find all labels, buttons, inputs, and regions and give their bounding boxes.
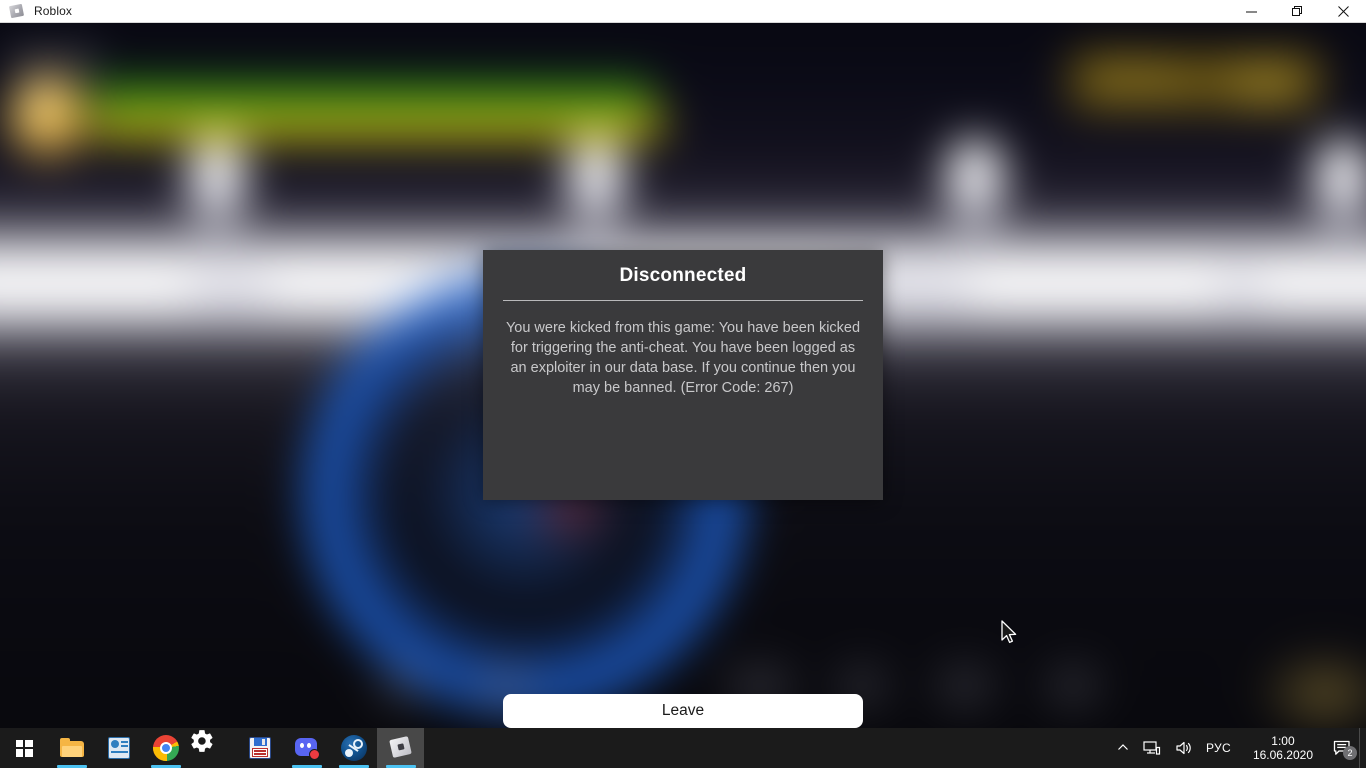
taskbar-item-google-chrome[interactable] [142,728,189,768]
window-title: Roblox [34,4,72,18]
taskbar-item-settings[interactable] [189,728,236,768]
windows-taskbar: РУС 1:00 16.06.2020 2 [0,728,1366,768]
ground-slab [970,263,1220,307]
language-indicator[interactable]: РУС [1200,741,1241,755]
show-desktop-button[interactable] [1359,728,1366,768]
window-titlebar[interactable]: Roblox [0,0,1366,23]
roblox-icon [388,735,414,761]
ground-slab [1260,263,1366,307]
restore-icon[interactable] [1274,0,1320,23]
clock-time: 1:00 [1271,734,1295,748]
taskbar-item-discord[interactable] [283,728,330,768]
leave-button[interactable]: Leave [503,694,863,728]
lamp-light [942,138,1008,224]
hotbar-cell [940,668,990,704]
floppy-disk-icon [247,735,273,761]
disconnected-dialog: Disconnected You were kicked from this g… [483,250,883,728]
speaker-icon[interactable] [1168,728,1200,768]
ground-slab [0,263,190,307]
taskbar-item-blue-app[interactable] [95,728,142,768]
hud-chip [18,51,44,73]
hud-chip [64,51,90,73]
taskbar-item-roblox[interactable] [377,728,424,768]
windows-start-icon[interactable] [0,728,48,768]
dialog-message: You were kicked from this game: You have… [505,320,861,396]
network-icon[interactable] [1136,728,1168,768]
hotbar-cell [380,668,422,704]
steam-icon [340,735,367,761]
contacts-icon [106,735,132,761]
notification-badge: 2 [1343,746,1357,760]
chrome-icon [152,735,179,761]
taskbar-item-steam[interactable] [330,728,377,768]
window-controls [1228,0,1366,23]
taskbar-item-save-app[interactable] [236,728,283,768]
roblox-icon [8,3,25,19]
taskbar-item-file-explorer[interactable] [48,728,95,768]
health-bar-green [92,81,652,113]
lamp-light [184,138,250,224]
notification-center-button[interactable]: 2 [1325,728,1359,768]
hotbar-cell [1050,668,1096,704]
hud-gold-row [1090,63,1170,75]
folder-icon [59,735,85,761]
health-bar-yellow [92,111,662,139]
hud-gold-row [1090,83,1200,95]
dialog-title: Disconnected [619,265,747,286]
lamp-light [563,138,629,224]
system-tray: РУС 1:00 16.06.2020 2 [1110,728,1366,768]
discord-icon [294,735,320,761]
clock-date: 16.06.2020 [1252,748,1313,762]
coin-icon [10,76,86,156]
chevron-up-icon[interactable] [1110,728,1136,768]
gear-icon [189,728,215,754]
close-icon[interactable] [1320,0,1366,23]
minimize-icon[interactable] [1228,0,1274,23]
hud-gold-row [1230,63,1300,103]
clock[interactable]: 1:00 16.06.2020 [1241,734,1325,762]
dialog-divider [503,300,863,301]
